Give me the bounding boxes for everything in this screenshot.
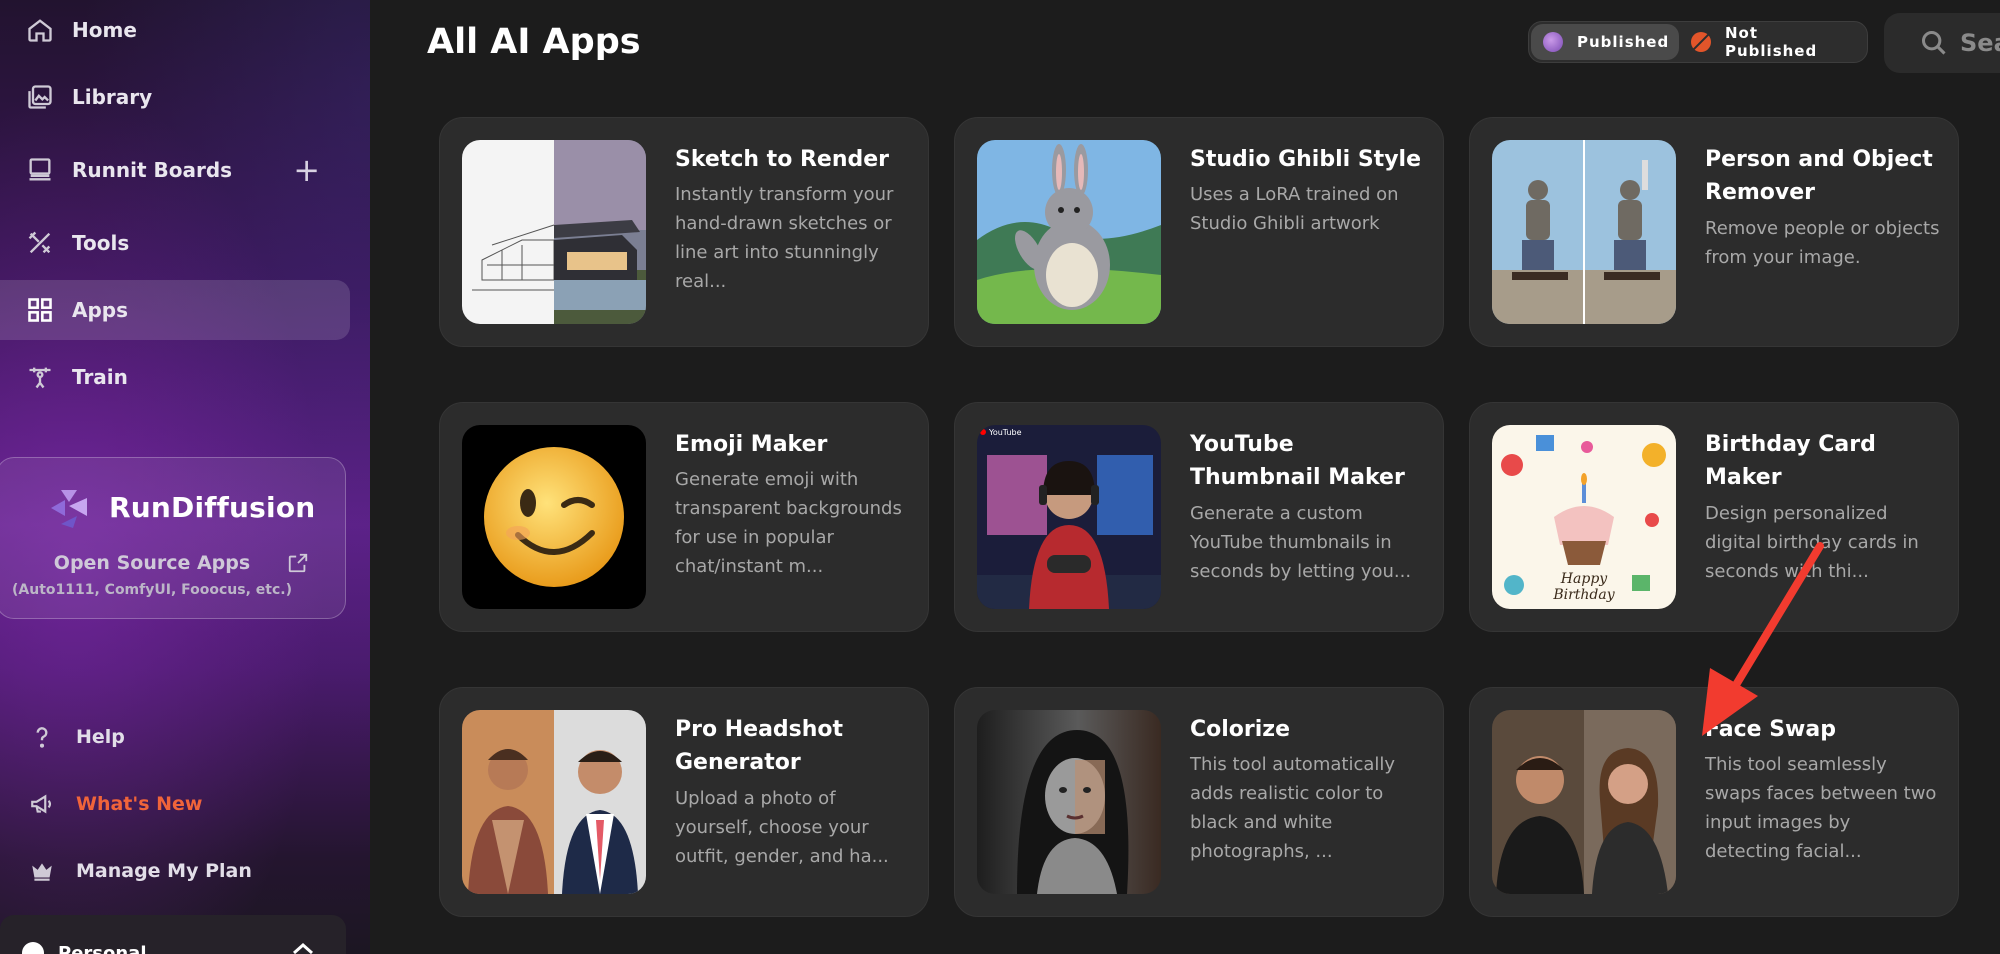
app-card-pro-headshot-generator[interactable]: Pro Headshot Generator Upload a photo of… (439, 687, 929, 917)
brand-name: RunDiffusion (109, 490, 316, 524)
nav-library[interactable]: Library (0, 67, 350, 127)
nav-label: Tools (72, 231, 130, 255)
open-source-apps-link[interactable]: Open Source Apps (0, 552, 307, 574)
app-title: Birthday Card Maker (1705, 432, 1876, 490)
app-card-sketch-to-render[interactable]: Sketch to Render Instantly transform you… (439, 117, 929, 347)
app-description: Remove people or objects from your image… (1705, 218, 1940, 268)
help-icon (28, 723, 56, 751)
globe-icon (1543, 32, 1563, 52)
nav-label: Runnit Boards (72, 158, 233, 182)
app-card-emoji-maker[interactable]: Emoji Maker Generate emoji with transpar… (439, 402, 929, 632)
app-title: Colorize (1190, 717, 1291, 742)
published-tab[interactable]: Published (1531, 24, 1679, 60)
tools-icon (26, 229, 54, 257)
app-thumbnail (462, 425, 646, 609)
nav-whats-new[interactable]: What's New (0, 776, 350, 832)
app-title: Person and Object Remover (1705, 147, 1933, 205)
account-switcher[interactable]: Personal (0, 915, 346, 954)
nav-label: Home (72, 18, 137, 42)
nav-home[interactable]: Home (0, 0, 350, 60)
app-description: Instantly transform your hand-drawn sket… (675, 184, 894, 292)
app-thumbnail (1492, 710, 1676, 894)
megaphone-icon (28, 790, 56, 818)
nav-label: Apps (72, 298, 129, 322)
app-description: Uses a LoRA trained on Studio Ghibli art… (1190, 184, 1399, 234)
nav-label: Train (72, 365, 128, 389)
crown-icon (28, 857, 56, 885)
published-label: Published (1577, 33, 1670, 51)
app-card-studio-ghibli-style[interactable]: Studio Ghibli Style Uses a LoRA trained … (954, 117, 1444, 347)
app-description: Generate emoji with transparent backgrou… (675, 469, 902, 577)
app-card-colorize[interactable]: Colorize This tool automatically adds re… (954, 687, 1444, 917)
rundiffusion-logo-icon (51, 490, 87, 528)
publish-filter-toggle: Published Not Published (1528, 21, 1868, 63)
add-board-button[interactable]: + (293, 151, 320, 189)
app-description: Upload a photo of yourself, choose your … (675, 788, 889, 867)
sidebar: Home Library Runnit Boards + Tools Apps … (0, 0, 370, 954)
not-published-label: Not Published (1725, 24, 1818, 60)
search-input[interactable]: Sea (1884, 13, 2000, 73)
app-description: Design personalized digital birthday car… (1705, 503, 1919, 582)
app-card-birthday-card-maker[interactable]: Happy Birthday Birthday Card Maker Desig… (1469, 402, 1959, 632)
nav-train[interactable]: Train (0, 347, 350, 407)
nav-label: Manage My Plan (76, 860, 252, 882)
page-title: All AI Apps (427, 22, 641, 62)
train-icon (26, 363, 54, 391)
search-placeholder: Sea (1960, 29, 2000, 57)
nav-label: What's New (76, 793, 203, 815)
boards-icon (26, 156, 54, 184)
app-card-youtube-thumbnail-maker[interactable]: YouTube YouTube Thumbnail Maker Generate… (954, 402, 1444, 632)
main-content: All AI Apps Published Not Published Sea (370, 0, 2000, 954)
app-description: Generate a custom YouTube thumbnails in … (1190, 503, 1412, 582)
nav-runnit-boards[interactable]: Runnit Boards + (0, 140, 350, 200)
library-icon (26, 83, 54, 111)
open-source-apps-card[interactable]: RunDiffusion Open Source Apps (Auto1111,… (0, 457, 346, 619)
app-thumbnail (462, 710, 646, 894)
nav-label: Library (72, 85, 153, 109)
app-title: Pro Headshot Generator (675, 717, 844, 775)
app-title: Face Swap (1705, 717, 1836, 742)
open-source-apps-sub: (Auto1111, ComfyUI, Fooocus, etc.) (12, 582, 292, 598)
external-link-icon[interactable] (287, 552, 309, 574)
rundiffusion-logo: RunDiffusion (47, 486, 315, 528)
not-published-tab[interactable]: Not Published (1679, 24, 1865, 60)
search-icon (1921, 30, 1946, 55)
nav-manage-plan[interactable]: Manage My Plan (0, 843, 350, 899)
avatar (22, 942, 44, 954)
app-description: This tool seamlessly swaps faces between… (1705, 754, 1937, 862)
app-thumbnail (977, 140, 1161, 324)
chevron-up-icon[interactable] (290, 939, 316, 954)
app-thumbnail (462, 140, 646, 324)
app-title: Emoji Maker (675, 432, 828, 457)
birthday-text-2: Birthday (1552, 587, 1615, 603)
app-title: Studio Ghibli Style (1190, 147, 1421, 172)
home-icon (26, 16, 54, 44)
app-thumbnail (977, 710, 1161, 894)
account-name: Personal (58, 943, 147, 954)
nav-help[interactable]: Help (0, 709, 350, 765)
app-thumbnail: YouTube (977, 425, 1161, 609)
youtube-mini-label: YouTube (988, 428, 1022, 437)
nav-label: Help (76, 726, 125, 748)
apps-icon (26, 296, 54, 324)
app-thumbnail (1492, 140, 1676, 324)
nav-apps[interactable]: Apps (0, 280, 350, 340)
app-title: YouTube Thumbnail Maker (1190, 432, 1405, 490)
app-description: This tool automatically adds realistic c… (1190, 754, 1396, 862)
app-card-face-swap[interactable]: Face Swap This tool seamlessly swaps fac… (1469, 687, 1959, 917)
nav-tools[interactable]: Tools (0, 213, 350, 273)
app-card-person-object-remover[interactable]: Person and Object Remover Remove people … (1469, 117, 1959, 347)
app-thumbnail: Happy Birthday (1492, 425, 1676, 609)
app-title: Sketch to Render (675, 147, 890, 172)
birthday-text-1: Happy (1560, 571, 1608, 587)
globe-off-icon (1691, 32, 1711, 52)
